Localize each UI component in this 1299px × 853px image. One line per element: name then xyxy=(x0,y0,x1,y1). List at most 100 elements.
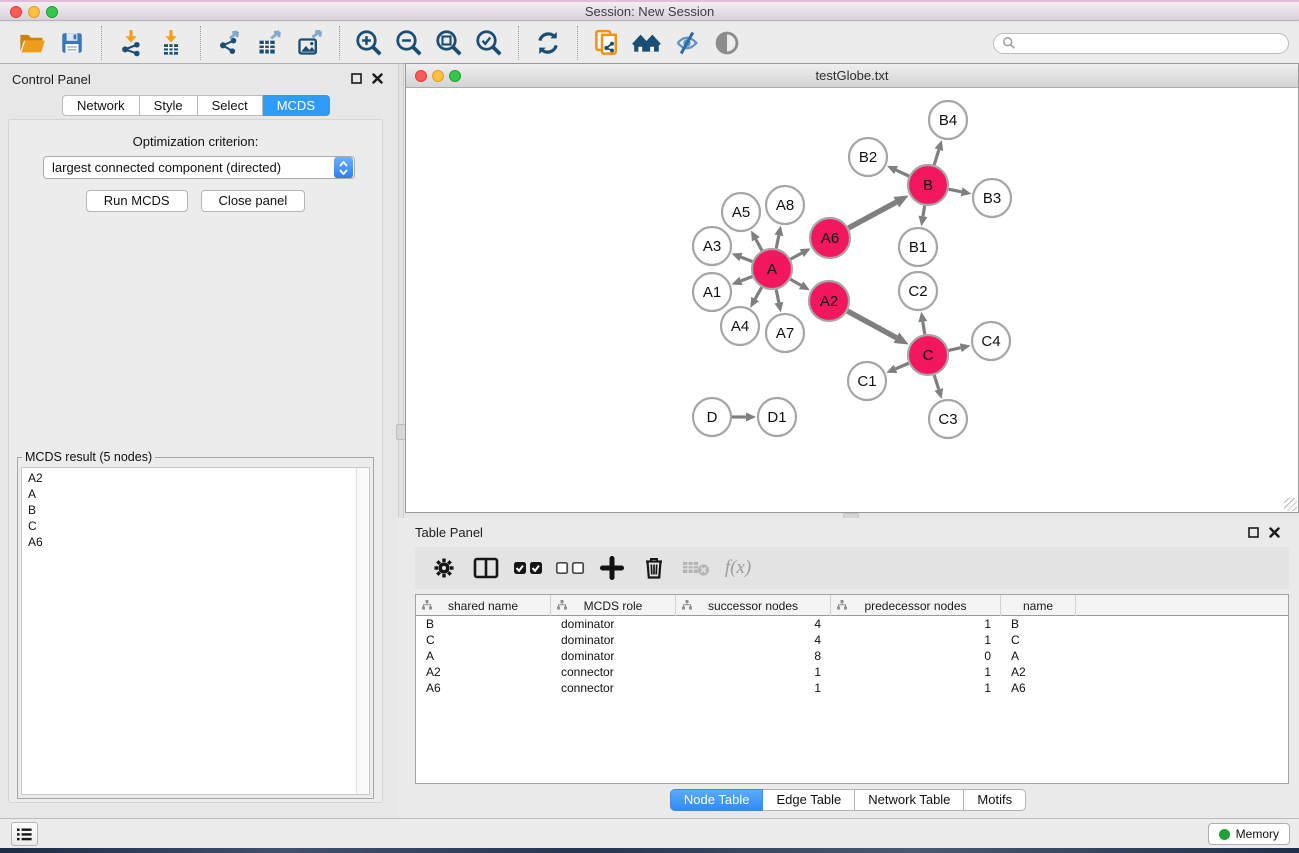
table-cell[interactable]: A6 xyxy=(416,680,551,696)
graph-edge-A-A4[interactable] xyxy=(755,287,762,299)
graph-node-A7[interactable]: A7 xyxy=(766,314,804,352)
graph-node-B4[interactable]: B4 xyxy=(929,101,967,139)
graph-edge-A-A5[interactable] xyxy=(756,239,762,250)
graph-node-A1[interactable]: A1 xyxy=(693,273,731,311)
graph-edge-A-A3[interactable] xyxy=(741,257,752,261)
graph-node-C4[interactable]: C4 xyxy=(972,322,1010,360)
table-cell[interactable]: dominator xyxy=(551,632,676,648)
table-cell[interactable]: A xyxy=(1001,648,1076,664)
zoom-selected-icon[interactable] xyxy=(474,27,504,59)
graph-node-D[interactable]: D xyxy=(693,398,731,436)
create-network-view-icon[interactable] xyxy=(592,27,622,59)
graph-edge-B-B3[interactable] xyxy=(949,189,962,192)
float-panel-icon[interactable] xyxy=(350,72,363,85)
table-settings-icon[interactable] xyxy=(423,550,465,586)
column-header-predecessor-nodes[interactable]: predecessor nodes xyxy=(831,595,1001,616)
table-cell[interactable]: 1 xyxy=(676,664,831,680)
mcds-result-item[interactable]: A2 xyxy=(28,470,356,486)
graph-node-A2[interactable]: A2 xyxy=(809,281,849,321)
export-table-icon[interactable] xyxy=(255,27,285,59)
graph-node-B1[interactable]: B1 xyxy=(899,228,937,266)
table-cell[interactable]: A2 xyxy=(1001,664,1076,680)
table-cell[interactable]: 0 xyxy=(831,648,1001,664)
table-row[interactable]: Cdominator41C xyxy=(416,632,1288,648)
mcds-list-scrollbar[interactable] xyxy=(356,468,369,794)
graph-edge-A2-C[interactable] xyxy=(847,311,896,338)
table-cell[interactable]: A6 xyxy=(1001,680,1076,696)
table-cell[interactable]: connector xyxy=(551,680,676,696)
zoom-in-icon[interactable] xyxy=(354,27,384,59)
table-row[interactable]: A2connector11A2 xyxy=(416,664,1288,680)
graph-node-B2[interactable]: B2 xyxy=(849,138,887,176)
table-cell[interactable]: 4 xyxy=(676,616,831,632)
graph-node-D1[interactable]: D1 xyxy=(758,398,796,436)
delete-table-icon[interactable] xyxy=(675,550,717,586)
select-all-columns-icon[interactable] xyxy=(507,550,549,586)
resize-corner-handle[interactable] xyxy=(1284,498,1297,511)
node-table[interactable]: shared nameMCDS rolesuccessor nodesprede… xyxy=(415,594,1289,784)
tab-network-table[interactable]: Network Table xyxy=(855,789,964,811)
graph-node-A8[interactable]: A8 xyxy=(766,186,804,224)
memory-button[interactable]: Memory xyxy=(1208,823,1290,845)
network-canvas[interactable]: AA1A3A4A5A7A8A6A2BB1B2B3B4CC1C2C3C4DD1 xyxy=(406,88,1298,512)
toggle-panel-layout-icon[interactable] xyxy=(465,550,507,586)
graph-edge-C-C2[interactable] xyxy=(923,322,925,335)
table-cell[interactable]: connector xyxy=(551,664,676,680)
table-cell[interactable]: 1 xyxy=(831,632,1001,648)
create-new-column-icon[interactable] xyxy=(591,550,633,586)
float-table-panel-icon[interactable] xyxy=(1247,526,1260,539)
mcds-result-item[interactable]: A xyxy=(28,486,356,502)
tab-edge-table[interactable]: Edge Table xyxy=(763,789,855,811)
close-panel-icon[interactable] xyxy=(371,72,384,85)
tab-mcds[interactable]: MCDS xyxy=(263,95,330,116)
mcds-result-list[interactable]: A2ABCA6 xyxy=(22,468,356,794)
table-cell[interactable]: B xyxy=(1001,616,1076,632)
graph-node-B[interactable]: B xyxy=(908,165,948,205)
close-table-panel-icon[interactable] xyxy=(1268,526,1281,539)
first-neighbors-icon[interactable] xyxy=(632,27,662,59)
graph-node-A6[interactable]: A6 xyxy=(810,218,850,258)
table-row[interactable]: Bdominator41B xyxy=(416,616,1288,632)
table-row[interactable]: A6connector11A6 xyxy=(416,680,1288,696)
column-header-name[interactable]: name xyxy=(1001,595,1076,616)
graph-edge-A-A8[interactable] xyxy=(776,235,779,248)
table-cell[interactable]: C xyxy=(416,632,551,648)
table-row[interactable]: Adominator80A xyxy=(416,648,1288,664)
open-session-icon[interactable] xyxy=(17,27,47,59)
graph-edge-A-A2[interactable] xyxy=(790,279,801,285)
tab-network[interactable]: Network xyxy=(62,95,140,116)
search-box[interactable] xyxy=(993,33,1289,54)
graph-edge-C-C3[interactable] xyxy=(934,375,938,389)
import-table-icon[interactable] xyxy=(156,27,186,59)
show-task-history-button[interactable] xyxy=(11,822,38,846)
table-cell[interactable]: 1 xyxy=(831,664,1001,680)
graph-edge-A-A6[interactable] xyxy=(791,253,802,259)
column-header-successor-nodes[interactable]: successor nodes xyxy=(676,595,831,616)
graph-node-A[interactable]: A xyxy=(752,249,792,289)
graph-edge-B-B1[interactable] xyxy=(923,206,925,217)
column-header-shared-name[interactable]: shared name xyxy=(416,595,551,616)
zoom-out-icon[interactable] xyxy=(394,27,424,59)
graph-edge-C-C4[interactable] xyxy=(948,348,960,351)
table-cell[interactable]: 1 xyxy=(831,616,1001,632)
table-cell[interactable]: 1 xyxy=(831,680,1001,696)
graph-edge-A6-B[interactable] xyxy=(848,202,896,228)
table-cell[interactable]: 4 xyxy=(676,632,831,648)
table-cell[interactable]: C xyxy=(1001,632,1076,648)
save-session-icon[interactable] xyxy=(57,27,87,59)
table-cell[interactable]: 8 xyxy=(676,648,831,664)
table-cell[interactable]: A2 xyxy=(416,664,551,680)
function-builder-icon[interactable]: f(x) xyxy=(717,550,759,586)
graph-node-C1[interactable]: C1 xyxy=(848,362,886,400)
column-header-MCDS-role[interactable]: MCDS role xyxy=(551,595,676,616)
graph-node-C2[interactable]: C2 xyxy=(899,272,937,310)
refresh-layout-icon[interactable] xyxy=(533,27,563,59)
graph-node-A5[interactable]: A5 xyxy=(722,193,760,231)
fit-content-icon[interactable] xyxy=(434,27,464,59)
graph-edge-A-A7[interactable] xyxy=(776,290,779,303)
tab-node-table[interactable]: Node Table xyxy=(670,789,764,811)
graph-node-C[interactable]: C xyxy=(908,335,948,375)
graph-edge-B-B4[interactable] xyxy=(934,150,939,165)
mcds-result-item[interactable]: B xyxy=(28,502,356,518)
table-cell[interactable]: B xyxy=(416,616,551,632)
